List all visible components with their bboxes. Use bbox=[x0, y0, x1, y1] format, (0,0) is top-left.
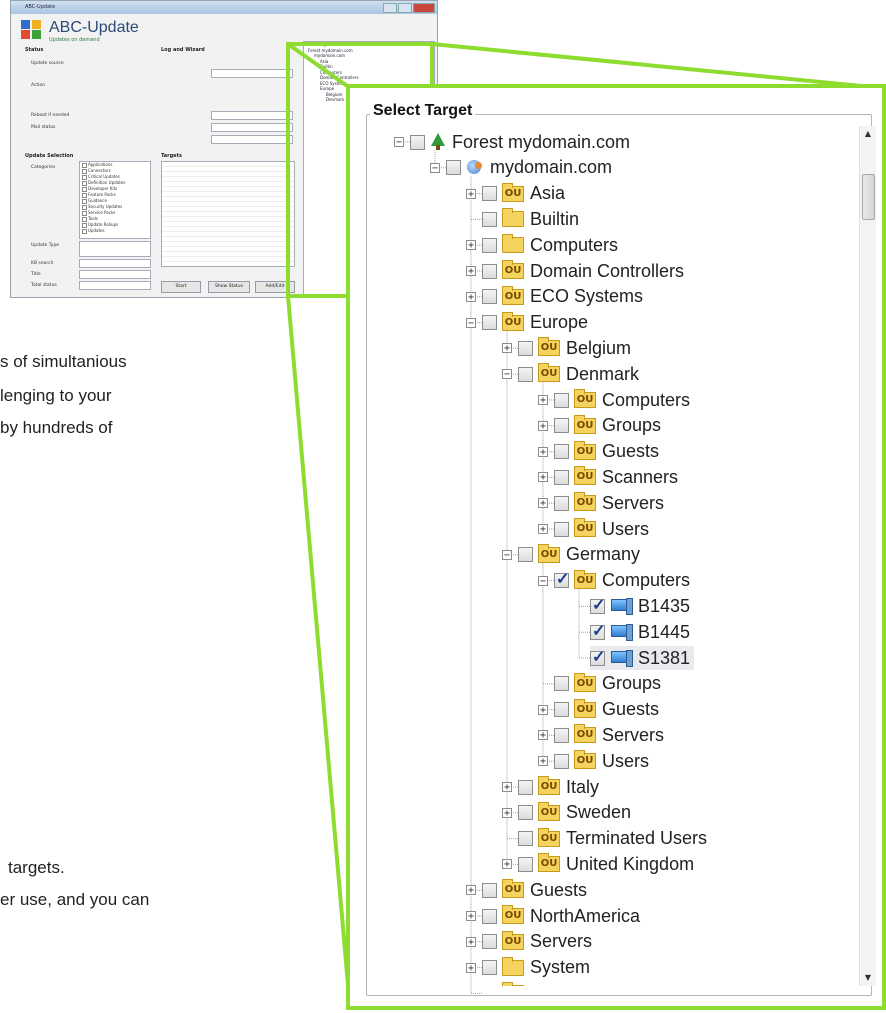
body-text-line: by hundreds of bbox=[0, 418, 113, 437]
body-text-line: lenging to your bbox=[0, 386, 112, 405]
callout-zoom-frame bbox=[346, 84, 886, 1010]
body-text-line: er use, and you can bbox=[0, 890, 150, 909]
body-text-line: s of simultanious bbox=[0, 352, 127, 371]
body-text-line: targets. bbox=[8, 858, 65, 877]
